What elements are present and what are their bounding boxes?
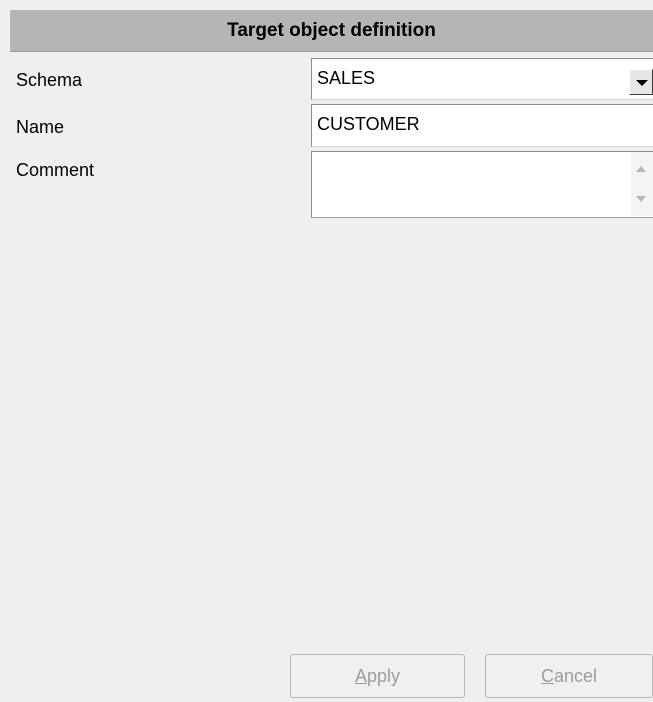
panel-title: Target object definition	[10, 10, 653, 52]
schema-select[interactable]: SALES	[311, 58, 653, 100]
name-input[interactable]	[317, 114, 637, 135]
scroll-down-icon[interactable]	[636, 196, 646, 202]
schema-value: SALES	[317, 68, 376, 88]
schema-label: Schema	[16, 70, 83, 90]
comment-field[interactable]	[311, 151, 653, 218]
name-field[interactable]	[311, 104, 653, 147]
target-object-panel: Target object definition Schema SALES Na…	[0, 0, 653, 702]
cancel-label-rest: ancel	[553, 666, 598, 686]
schema-dropdown-button[interactable]	[629, 69, 653, 95]
name-label: Name	[16, 117, 65, 137]
apply-button[interactable]: Apply	[290, 654, 465, 698]
chevron-down-icon	[636, 80, 648, 86]
comment-textarea[interactable]	[312, 152, 622, 216]
cancel-button[interactable]: Cancel	[485, 654, 653, 698]
comment-label: Comment	[16, 160, 95, 180]
scroll-up-icon[interactable]	[636, 166, 646, 172]
comment-scrollbar[interactable]	[631, 152, 653, 216]
apply-label-rest: pply	[366, 666, 401, 686]
apply-mnemonic: A	[354, 666, 367, 686]
cancel-mnemonic: C	[540, 666, 554, 686]
